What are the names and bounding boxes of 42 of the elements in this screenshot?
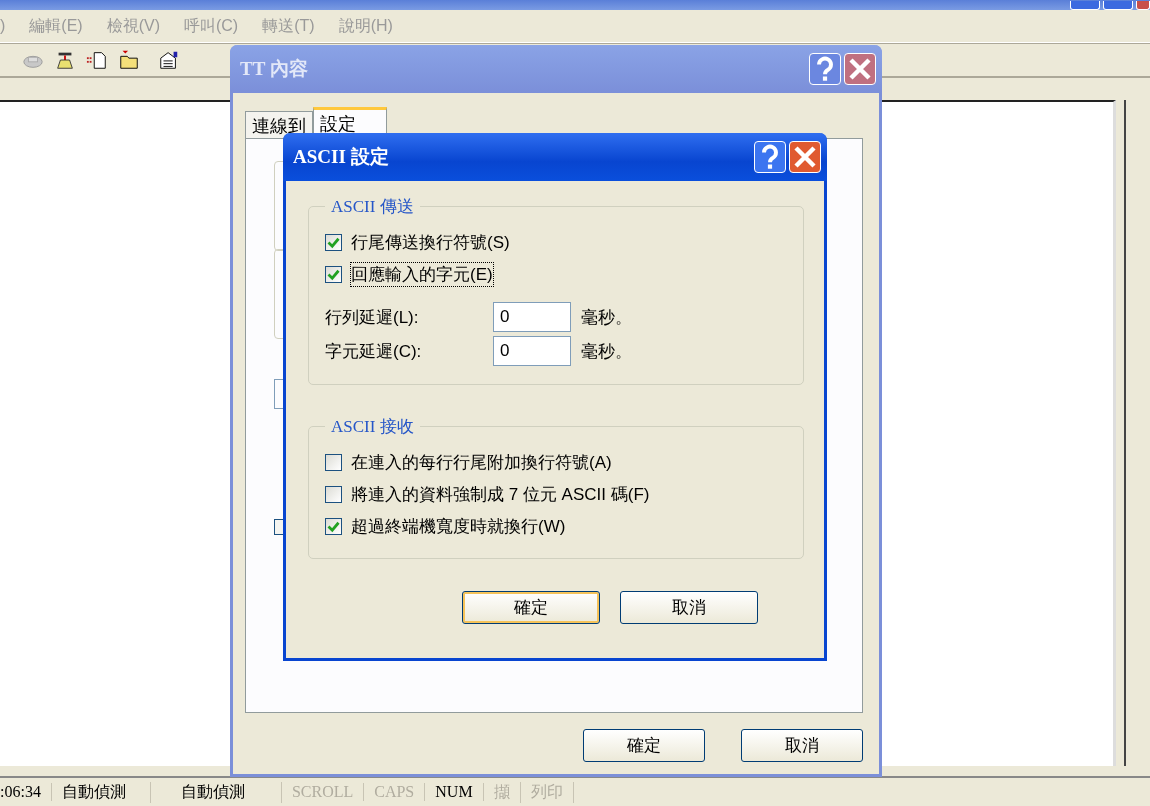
- checkbox[interactable]: [325, 485, 342, 503]
- properties-icon[interactable]: [158, 49, 180, 71]
- close-icon[interactable]: [1136, 1, 1150, 10]
- dialog-title: TT 內容: [240, 57, 308, 81]
- checkbox[interactable]: [325, 265, 342, 283]
- checkbox[interactable]: [325, 453, 342, 471]
- group-title: ASCII 傳送: [330, 196, 415, 218]
- group-title: ASCII 接收: [330, 416, 415, 438]
- input-field[interactable]: 0: [493, 302, 571, 332]
- close-button[interactable]: [789, 141, 821, 173]
- checkbox[interactable]: [325, 233, 342, 251]
- dialog-button[interactable]: 確定: [583, 729, 705, 762]
- status-cell: :06:34: [0, 783, 52, 801]
- field-label: 行列延遲(L):: [325, 306, 420, 329]
- folder-icon[interactable]: [118, 49, 140, 71]
- maximize-icon[interactable]: [1103, 1, 1133, 10]
- checkbox-label[interactable]: 在連入的每行行尾附加換行符號(A): [350, 449, 613, 475]
- checkbox[interactable]: [325, 517, 342, 535]
- status-cell: 自動偵測: [51, 781, 151, 803]
- checkbox-label[interactable]: 超過終端機寬度時就換行(W): [350, 513, 567, 539]
- checkbox-label[interactable]: 回應輸入的字元(E): [350, 261, 494, 287]
- dialog-button[interactable]: 取消: [620, 591, 758, 624]
- dialog-button[interactable]: 取消: [741, 729, 863, 762]
- status-cell: SCROLL: [281, 783, 365, 801]
- help-button[interactable]: [754, 141, 786, 173]
- tab[interactable]: 連線到: [245, 111, 313, 138]
- status-cell: 擷: [483, 781, 521, 803]
- status-cell: 自動偵測: [170, 781, 282, 803]
- dialog-title: ASCII 設定: [293, 145, 389, 169]
- status-cell: NUM: [425, 783, 484, 801]
- minimize-icon[interactable]: [1070, 1, 1100, 10]
- checkbox-label[interactable]: 將連入的資料強制成 7 位元 ASCII 碼(F): [350, 481, 651, 507]
- new-document-icon[interactable]: [86, 49, 108, 71]
- unit-label: 毫秒。: [581, 306, 632, 329]
- input-field[interactable]: 0: [493, 336, 571, 366]
- unit-label: 毫秒。: [581, 340, 632, 363]
- status-cell: 列印: [520, 781, 574, 803]
- checkbox-label[interactable]: 行尾傳送換行符號(S): [350, 229, 511, 255]
- field-label: 字元延遲(C):: [325, 340, 423, 363]
- checkbox[interactable]: [274, 519, 284, 535]
- status-cell: CAPS: [364, 783, 426, 801]
- dialog-button[interactable]: 確定: [462, 591, 600, 624]
